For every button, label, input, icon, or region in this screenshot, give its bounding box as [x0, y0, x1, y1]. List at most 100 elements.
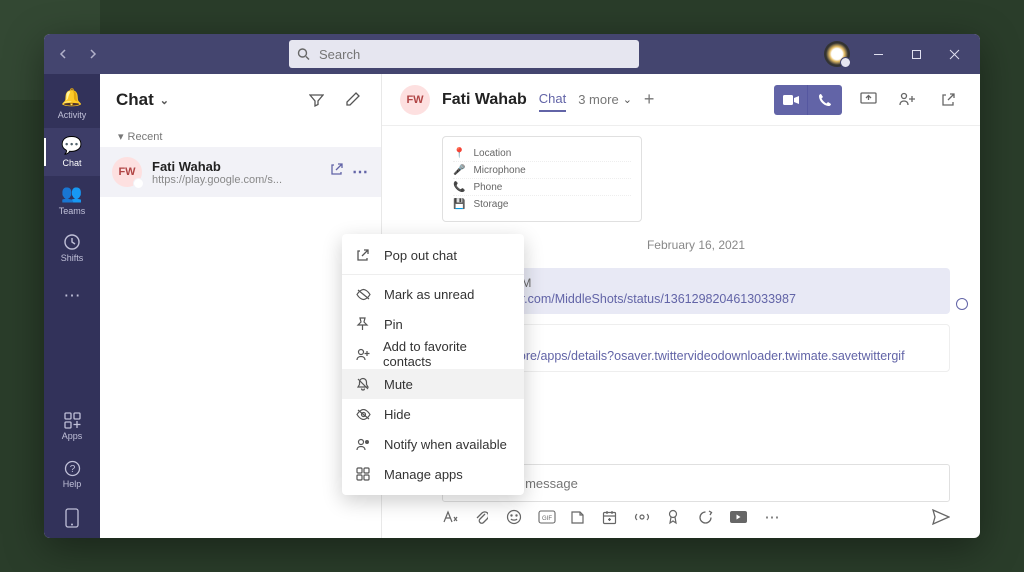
ctx-label: Notify when available	[384, 437, 507, 452]
mute-icon	[356, 377, 372, 391]
search-icon	[297, 48, 310, 61]
praise-button[interactable]	[666, 509, 686, 525]
close-button[interactable]	[936, 38, 972, 70]
maximize-button[interactable]	[898, 38, 934, 70]
rail-apps[interactable]: Apps	[44, 402, 100, 450]
filter-button[interactable]	[303, 87, 329, 113]
ctx-pin[interactable]: Pin	[342, 309, 524, 339]
rail-chat[interactable]: 💬 Chat	[44, 128, 100, 176]
chat-item-more-button[interactable]: ⋯	[352, 162, 369, 182]
schedule-meeting-button[interactable]	[602, 510, 622, 525]
back-button[interactable]	[52, 42, 76, 66]
hide-icon	[356, 409, 372, 420]
rail-label: Shifts	[61, 253, 84, 263]
rail-activity[interactable]: 🔔 Activity	[44, 80, 100, 128]
more-options-button[interactable]: ⋯	[762, 508, 782, 526]
bell-icon: 🔔	[61, 88, 82, 108]
help-icon: ?	[64, 460, 81, 477]
chat-list-title[interactable]: Chat ⌄	[116, 90, 169, 110]
apps-icon	[356, 467, 372, 481]
ellipsis-icon: ⋯	[64, 286, 81, 306]
message-status-icon	[956, 298, 968, 310]
chat-item-avatar: FW	[112, 157, 142, 187]
emoji-button[interactable]	[506, 509, 526, 525]
rail-help[interactable]: ? Help	[44, 450, 100, 498]
message-link[interactable]: https://twitter.com/MiddleShots/status/1…	[454, 292, 938, 306]
rail-teams[interactable]: 👥 Teams	[44, 176, 100, 224]
tabs-more[interactable]: 3 more ⌄	[578, 92, 632, 107]
audio-call-button[interactable]	[808, 85, 842, 115]
video-clip-button[interactable]	[730, 511, 750, 523]
app-window: 🔔 Activity 💬 Chat 👥 Teams Shifts ⋯	[44, 34, 980, 538]
ctx-favorite[interactable]: Add to favorite contacts	[342, 339, 524, 369]
gif-button[interactable]: GIF	[538, 510, 558, 524]
attachment-card: 📍Location 🎤Microphone 📞Phone 💾Storage	[442, 136, 642, 222]
rail-label: Help	[63, 479, 82, 489]
rail-label: Apps	[62, 431, 83, 441]
chevron-down-icon: ⌄	[160, 94, 169, 107]
unread-icon	[356, 288, 372, 301]
svg-text:?: ?	[69, 464, 75, 475]
notify-icon	[356, 438, 372, 451]
popout-chat-button[interactable]	[934, 86, 962, 114]
video-call-button[interactable]	[774, 85, 808, 115]
approvals-button[interactable]	[698, 510, 718, 525]
favorite-icon	[356, 348, 371, 361]
rail-more[interactable]: ⋯	[44, 272, 100, 320]
chat-item-name: Fati Wahab	[152, 159, 320, 174]
chat-list-item[interactable]: FW Fati Wahab https://play.google.com/s.…	[100, 147, 381, 197]
rail-shifts[interactable]: Shifts	[44, 224, 100, 272]
message-time: 6 12:51 AM	[455, 333, 937, 347]
svg-text:GIF: GIF	[542, 516, 552, 522]
tab-chat[interactable]: Chat	[539, 91, 566, 112]
send-button[interactable]	[932, 509, 950, 525]
ctx-label: Pin	[384, 317, 403, 332]
section-label-text: Recent	[128, 131, 163, 143]
ctx-label: Hide	[384, 407, 411, 422]
attach-button[interactable]	[474, 509, 494, 525]
mobile-icon	[65, 508, 79, 528]
format-button[interactable]	[442, 510, 462, 524]
add-tab-button[interactable]: +	[644, 89, 655, 110]
add-people-button[interactable]	[894, 86, 922, 114]
ctx-label: Mute	[384, 377, 413, 392]
rail-mobile[interactable]	[44, 498, 100, 538]
storage-icon: 💾	[453, 199, 465, 210]
forward-button[interactable]	[80, 42, 104, 66]
apps-icon	[64, 412, 81, 429]
teams-icon: 👥	[61, 184, 82, 204]
chat-header-avatar: FW	[400, 85, 430, 115]
chat-list-panel: Chat ⌄ ▾ Recent FW Fati Wahab https://pl…	[100, 74, 382, 538]
ctx-mute[interactable]: Mute	[342, 369, 524, 399]
app-rail: 🔔 Activity 💬 Chat 👥 Teams Shifts ⋯	[44, 74, 100, 538]
chat-icon: 💬	[61, 136, 82, 156]
location-icon: 📍	[453, 148, 465, 159]
search-input[interactable]	[289, 40, 639, 68]
ctx-mark-unread[interactable]: Mark as unread	[342, 279, 524, 309]
rail-label: Teams	[59, 206, 86, 216]
new-chat-button[interactable]	[339, 87, 365, 113]
compose-toolbar: GIF ⋯	[442, 508, 950, 526]
pin-icon	[356, 317, 372, 331]
chat-header-name: Fati Wahab	[442, 91, 527, 109]
section-recent[interactable]: ▾ Recent	[100, 126, 381, 147]
chevron-down-icon: ⌄	[623, 93, 632, 106]
ctx-hide[interactable]: Hide	[342, 399, 524, 429]
chat-header: FW Fati Wahab Chat 3 more ⌄ +	[382, 74, 980, 126]
ctx-notify[interactable]: Notify when available	[342, 429, 524, 459]
chat-list-title-text: Chat	[116, 90, 154, 110]
ctx-label: Pop out chat	[384, 248, 457, 263]
minimize-button[interactable]	[860, 38, 896, 70]
sticker-button[interactable]	[570, 510, 590, 525]
profile-avatar[interactable]	[824, 41, 850, 67]
message-link[interactable]: ogle.com/store/apps/details?osaver.twitt…	[455, 349, 937, 363]
caret-icon: ▾	[118, 130, 124, 143]
ctx-manage-apps[interactable]: Manage apps	[342, 459, 524, 489]
popout-icon[interactable]	[330, 162, 344, 182]
share-screen-button[interactable]	[854, 86, 882, 114]
chat-context-menu: Pop out chat Mark as unread Pin Add to f…	[342, 234, 524, 495]
popout-icon	[356, 248, 372, 262]
ctx-popout[interactable]: Pop out chat	[342, 240, 524, 270]
stream-button[interactable]	[634, 510, 654, 524]
chat-list-header: Chat ⌄	[100, 74, 381, 126]
